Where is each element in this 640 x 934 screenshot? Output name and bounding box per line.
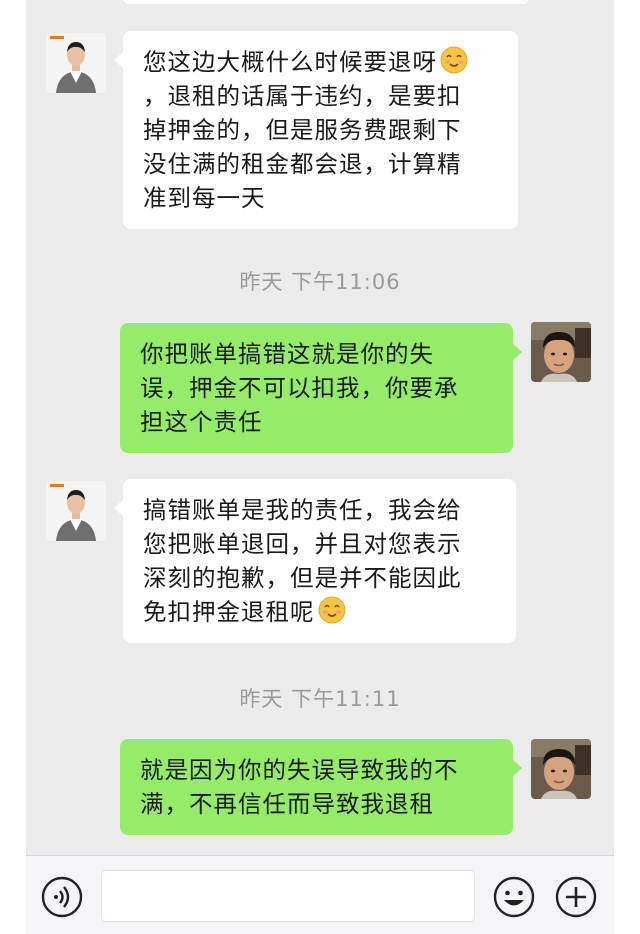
chat-input-bar <box>26 855 614 934</box>
message-line: 掉押金的，但是服务费跟剩下 <box>143 116 462 144</box>
message-line: 就是因为你的失误导致我的不 <box>140 756 459 784</box>
message-line: 您把账单退回，并且对您表示 <box>143 530 462 558</box>
message-line: ，退租的话属于违约，是要扣 <box>143 82 462 110</box>
more-options-button[interactable] <box>554 875 598 919</box>
my-avatar[interactable] <box>531 739 591 799</box>
message-bubble-incoming[interactable]: 搞错账单是我的责任，我会给 您把账单退回，并且对您表示 深刻的抱歉，但是并不能因… <box>114 479 516 643</box>
message-line: 担这个责任 <box>140 408 263 436</box>
smiling-face-emoji-icon <box>318 596 345 624</box>
my-avatar-image <box>531 322 591 382</box>
message-timestamp: 昨天 下午11:11 <box>239 687 401 711</box>
emoji-face-icon <box>493 876 535 918</box>
partial-message-bubble <box>123 0 529 4</box>
message-line: 免扣押金退租呢 <box>143 595 498 629</box>
message-line: 没住满的租金都会退，计算精 <box>143 150 462 178</box>
message-line: 误，押金不可以扣我，你要承 <box>140 374 459 402</box>
emoji-button[interactable] <box>492 875 536 919</box>
message-input[interactable] <box>101 870 475 922</box>
my-avatar[interactable] <box>531 322 591 382</box>
plus-circle-icon <box>555 876 597 918</box>
voice-mode-button[interactable] <box>40 875 84 919</box>
message-line: 搞错账单是我的责任，我会给 <box>143 496 462 524</box>
message-bubble-outgoing[interactable]: 就是因为你的失误导致我的不 满，不再信任而导致我退租 <box>120 739 522 835</box>
message-bubble-incoming[interactable]: 您这边大概什么时候要退呀 ，退租的话属于违约，是要扣 掉押金的，但是服务费跟剩下… <box>114 31 518 229</box>
chat-message-list[interactable]: 您这边大概什么时候要退呀 ，退租的话属于违约，是要扣 掉押金的，但是服务费跟剩下… <box>26 0 614 855</box>
message-bubble-outgoing[interactable]: 你把账单搞错这就是你的失 误，押金不可以扣我，你要承 担这个责任 <box>120 323 522 453</box>
message-line: 满，不再信任而导致我退租 <box>140 790 434 818</box>
smiling-face-emoji-icon <box>440 46 468 74</box>
message-line: 准到每一天 <box>143 184 266 212</box>
my-avatar-image <box>531 739 591 799</box>
contact-avatar[interactable] <box>46 481 106 541</box>
contact-avatar[interactable] <box>46 33 106 93</box>
message-line: 你把账单搞错这就是你的失 <box>140 340 434 368</box>
contact-avatar-image <box>46 481 106 541</box>
message-timestamp: 昨天 下午11:06 <box>239 270 401 294</box>
voice-mode-icon <box>41 876 83 918</box>
message-line: 深刻的抱歉，但是并不能因此 <box>143 564 462 592</box>
contact-avatar-image <box>46 33 106 93</box>
message-line: 您这边大概什么时候要退呀 <box>143 45 500 79</box>
